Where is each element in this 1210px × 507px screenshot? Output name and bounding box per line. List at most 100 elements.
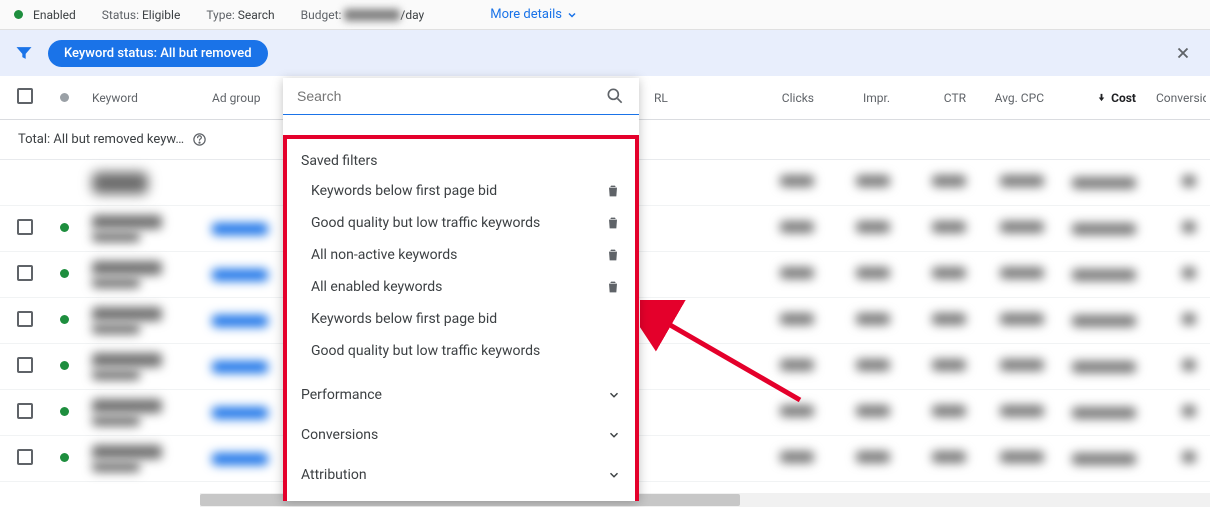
conv-value	[1182, 405, 1196, 417]
arrow-down-icon	[1096, 92, 1107, 103]
saved-filter-item[interactable]: All non-active keywords	[287, 239, 635, 271]
filter-category-label: Conversions	[301, 427, 378, 443]
avgcpc-column[interactable]: Avg. CPC	[976, 91, 1054, 105]
filter-category-label: Performance	[301, 387, 382, 403]
chevron-down-icon	[566, 9, 578, 21]
search-icon	[605, 86, 625, 106]
cost-value	[1072, 269, 1136, 281]
summary-label: Total: All but removed keyw…	[18, 132, 184, 147]
cpc-value	[1000, 175, 1044, 187]
filter-dropdown-body: Saved filters Keywords below first page …	[283, 135, 639, 501]
keyword-text	[92, 399, 162, 413]
keyword-column[interactable]: Keyword	[82, 91, 202, 105]
trash-icon[interactable]	[605, 183, 621, 199]
type-field: Type: Search	[206, 8, 274, 22]
row-checkbox[interactable]	[17, 449, 33, 465]
filter-icon[interactable]	[14, 43, 34, 63]
trash-icon[interactable]	[605, 215, 621, 231]
row-checkbox[interactable]	[17, 219, 33, 235]
row-checkbox[interactable]	[17, 357, 33, 373]
enabled-label[interactable]: Enabled	[33, 8, 76, 22]
saved-filter-label: All enabled keywords	[311, 279, 442, 295]
adgroup-link[interactable]	[212, 269, 268, 281]
adgroup-column[interactable]: Ad group	[202, 91, 278, 105]
saved-filter-item[interactable]: Good quality but low traffic keywords	[287, 207, 635, 239]
adgroup-link[interactable]	[212, 361, 268, 373]
ctr-value	[932, 267, 966, 279]
adgroup-link[interactable]	[212, 407, 268, 419]
clicks-value	[780, 359, 814, 371]
filter-chip[interactable]: Keyword status: All but removed	[48, 40, 268, 67]
impr-value	[856, 451, 890, 463]
saved-filter-item[interactable]: Good quality but low traffic keywords	[287, 335, 635, 367]
conv-value	[1182, 221, 1196, 233]
budget-field: Budget: /day	[301, 8, 425, 22]
select-all-checkbox[interactable]	[0, 88, 50, 107]
search-input[interactable]	[297, 88, 605, 104]
ctr-value	[932, 359, 966, 371]
rl-column[interactable]: RL	[644, 91, 744, 105]
ctr-column[interactable]: CTR	[900, 91, 976, 105]
add-filter-dropdown: Saved filters Keywords below first page …	[283, 78, 639, 501]
cost-value	[1072, 453, 1136, 465]
status-dot-icon	[60, 315, 69, 324]
row-checkbox[interactable]	[17, 265, 33, 281]
cost-value	[1072, 223, 1136, 235]
saved-filter-label: Good quality but low traffic keywords	[311, 215, 540, 231]
keyword-text	[92, 215, 162, 229]
status-dot-icon	[60, 453, 69, 462]
clicks-value	[780, 451, 814, 463]
adgroup-link[interactable]	[212, 223, 268, 235]
trash-icon[interactable]	[605, 279, 621, 295]
row-checkbox[interactable]	[17, 311, 33, 327]
conv-value	[1182, 175, 1196, 187]
row-checkbox[interactable]	[17, 403, 33, 419]
filter-category[interactable]: Performance	[287, 375, 635, 415]
status-dot-icon	[60, 269, 69, 278]
ctr-value	[932, 451, 966, 463]
impr-value	[856, 405, 890, 417]
chevron-down-icon	[607, 388, 621, 402]
saved-filters-title: Saved filters	[287, 149, 635, 175]
clicks-column[interactable]: Clicks	[744, 91, 824, 105]
help-icon[interactable]	[192, 132, 207, 147]
filter-bar: Keyword status: All but removed	[0, 30, 1210, 76]
status-field: Status: Eligible	[102, 8, 181, 22]
conv-value	[1182, 267, 1196, 279]
cost-value	[1072, 177, 1136, 189]
status-dot-icon	[60, 223, 69, 232]
saved-filter-label: All non-active keywords	[311, 247, 457, 263]
adgroup-link[interactable]	[212, 315, 268, 327]
cost-value	[1072, 407, 1136, 419]
ctr-value	[932, 221, 966, 233]
status-dot-icon	[14, 10, 23, 19]
status-dot-icon	[60, 361, 69, 370]
impr-column[interactable]: Impr.	[824, 91, 900, 105]
conv-value	[1182, 359, 1196, 371]
keyword-text	[92, 261, 162, 275]
saved-filter-item[interactable]: Keywords below first page bid	[287, 303, 635, 335]
cpc-value	[1000, 405, 1044, 417]
cpc-value	[1000, 359, 1044, 371]
saved-filter-label: Good quality but low traffic keywords	[311, 343, 540, 359]
filter-search[interactable]	[283, 78, 639, 115]
filter-category[interactable]: Conversions	[287, 415, 635, 455]
status-dot-icon	[60, 407, 69, 416]
saved-filter-label: Keywords below first page bid	[311, 183, 497, 199]
adgroup-link[interactable]	[212, 453, 268, 465]
chevron-down-icon	[607, 468, 621, 482]
trash-icon[interactable]	[605, 247, 621, 263]
filter-category[interactable]: Attribution	[287, 455, 635, 495]
impr-value	[856, 267, 890, 279]
close-icon[interactable]	[1174, 44, 1192, 62]
conversions-column[interactable]: Conversions	[1146, 91, 1206, 105]
impr-value	[856, 221, 890, 233]
clicks-value	[780, 313, 814, 325]
saved-filter-item[interactable]: All enabled keywords	[287, 271, 635, 303]
saved-filter-item[interactable]: Keywords below first page bid	[287, 175, 635, 207]
more-details-link[interactable]: More details	[490, 7, 578, 22]
cost-column[interactable]: Cost	[1054, 91, 1146, 105]
ctr-value	[932, 313, 966, 325]
keyword-text	[92, 445, 162, 459]
clicks-value	[780, 221, 814, 233]
